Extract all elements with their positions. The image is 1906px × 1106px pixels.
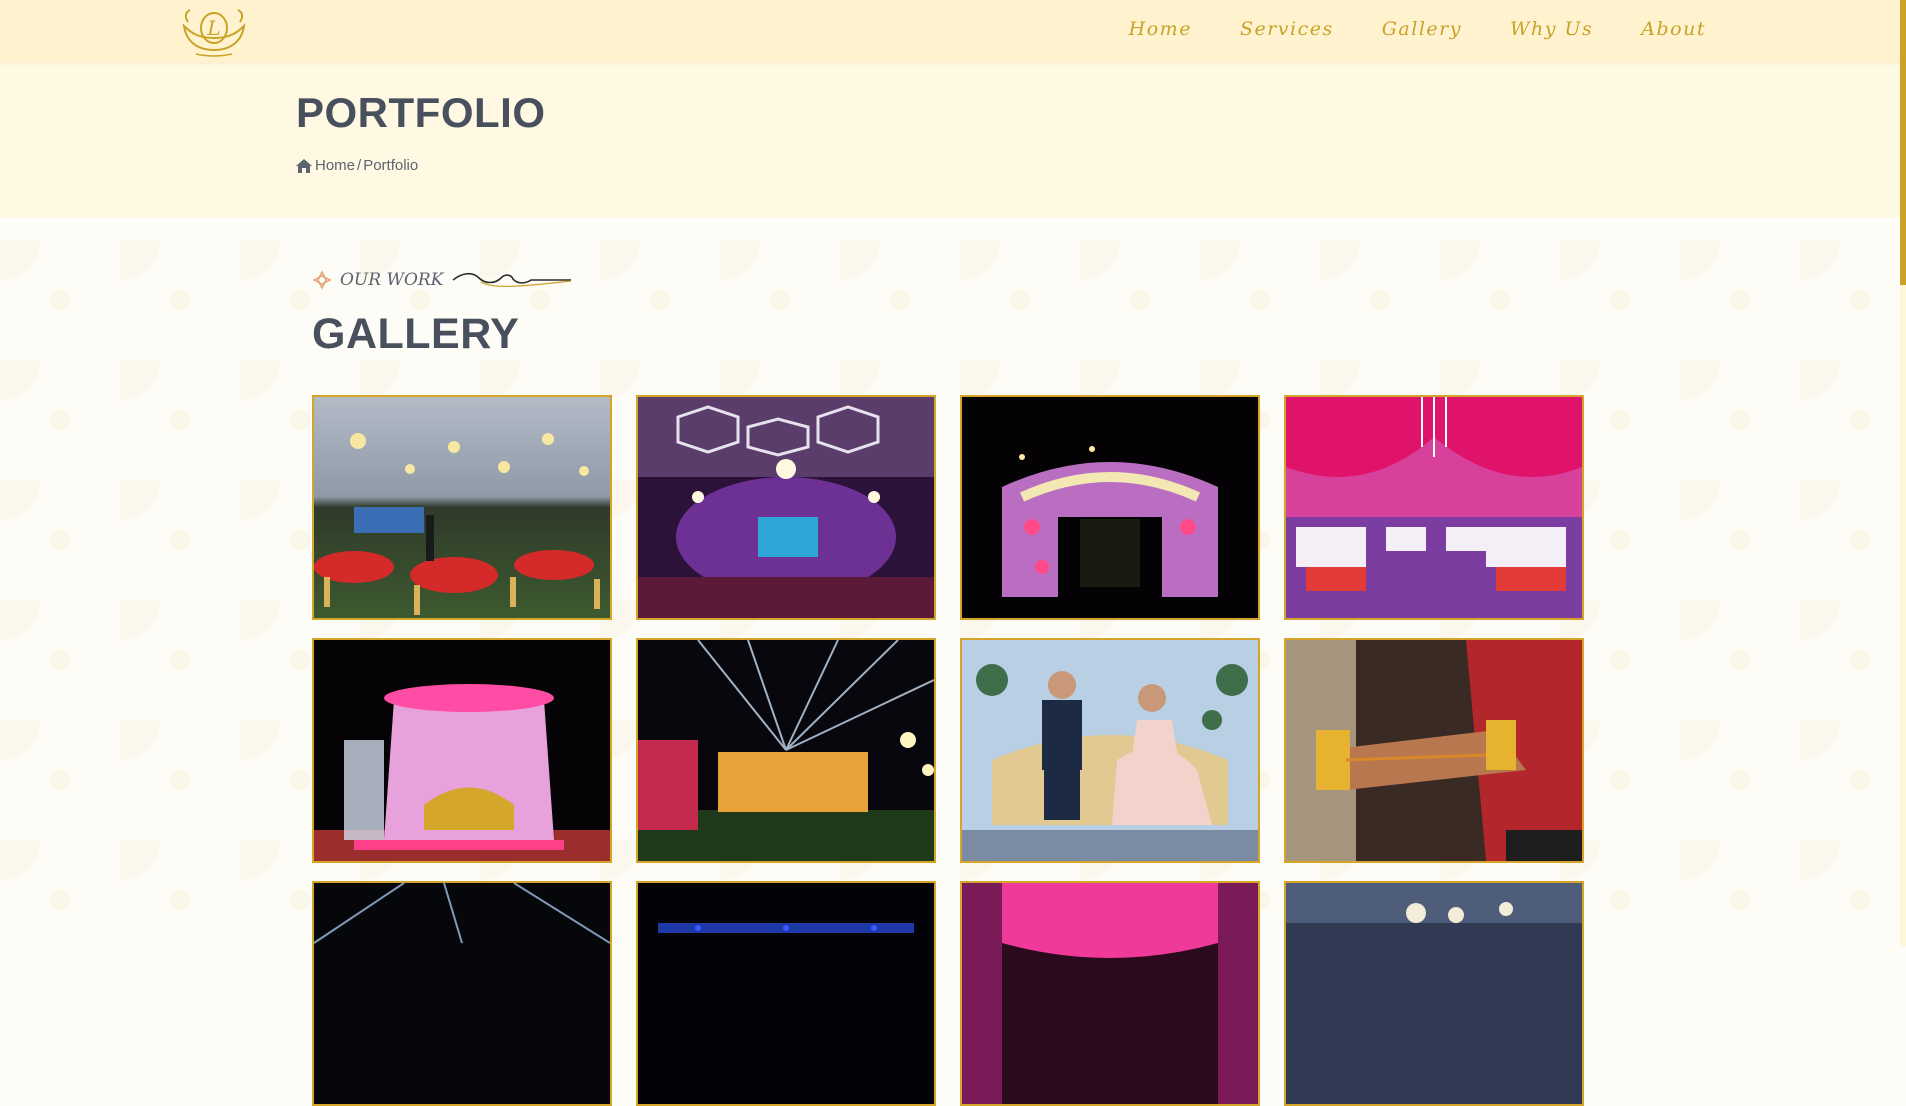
gallery-image[interactable]: [312, 395, 612, 620]
svg-text:L: L: [206, 16, 220, 40]
gallery-section: OUR WORK GALLERY: [0, 218, 1906, 1106]
breadcrumb-home-link[interactable]: Home: [315, 157, 355, 174]
breadcrumb-current: Portfolio: [363, 157, 419, 174]
home-icon: [296, 158, 312, 173]
gallery-image[interactable]: [960, 395, 1260, 620]
nav-gallery[interactable]: Gallery: [1382, 18, 1462, 40]
gallery-grid: [312, 395, 1584, 1106]
page-scrollbar[interactable]: [1900, 0, 1906, 946]
main-nav: Home Services Gallery Why Us About: [1129, 18, 1706, 40]
nav-home[interactable]: Home: [1129, 18, 1192, 40]
gallery-image[interactable]: [960, 638, 1260, 863]
breadcrumb-separator: /: [357, 157, 362, 174]
gallery-image[interactable]: [636, 395, 936, 620]
gallery-image[interactable]: [312, 881, 612, 1106]
gallery-image[interactable]: [636, 881, 936, 1106]
section-eyebrow: OUR WORK: [312, 270, 573, 290]
scrollbar-thumb[interactable]: [1900, 0, 1906, 285]
section-eyebrow-text: OUR WORK: [340, 270, 444, 290]
nav-services[interactable]: Services: [1240, 18, 1334, 40]
page-banner: PORTFOLIO Home / Portfolio: [0, 63, 1906, 218]
site-logo[interactable]: L: [174, 4, 254, 58]
gallery-image[interactable]: [636, 638, 936, 863]
gallery-title: GALLERY: [312, 310, 520, 358]
gallery-image[interactable]: [1284, 638, 1584, 863]
swirl-divider-icon: [452, 272, 572, 287]
page-title: PORTFOLIO: [296, 89, 546, 136]
nav-why-us[interactable]: Why Us: [1510, 18, 1593, 40]
breadcrumb: Home / Portfolio: [296, 157, 418, 174]
gallery-image[interactable]: [312, 638, 612, 863]
flower-ornament-icon: [312, 270, 332, 290]
gallery-image[interactable]: [960, 881, 1260, 1106]
site-header: L Home Services Gallery Why Us About: [0, 0, 1906, 63]
nav-about[interactable]: About: [1641, 18, 1706, 40]
gallery-image[interactable]: [1284, 395, 1584, 620]
gallery-image[interactable]: [1284, 881, 1584, 1106]
